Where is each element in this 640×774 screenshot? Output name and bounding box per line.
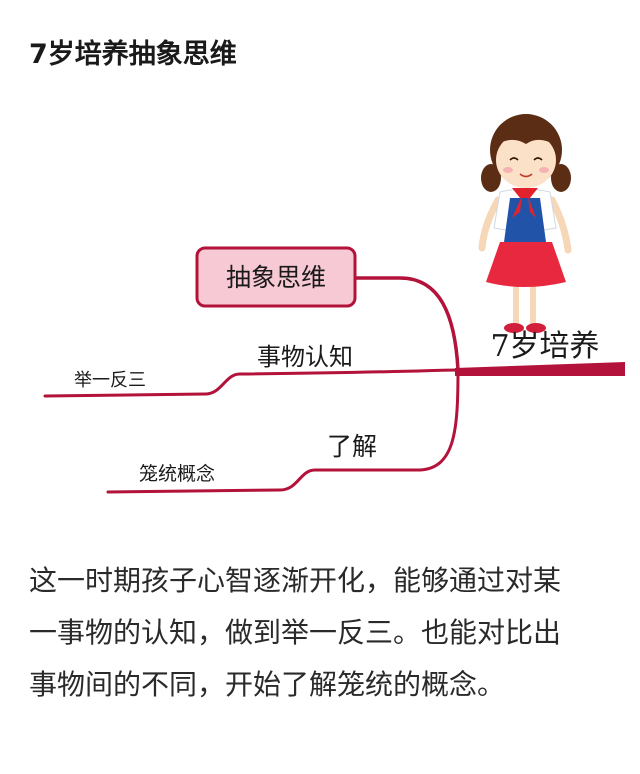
description-paragraph: 这一时期孩子心智逐渐开化，能够通过对某 一事物的认知，做到举一反三。也能对比出 … [29,555,619,711]
page-title: 7岁培养抽象思维 [29,39,237,70]
girl-illustration [478,114,572,333]
root-label: 7岁培养 [490,329,599,364]
root-branch-line [455,362,625,376]
leaf-inference-label: 举一反三 [74,370,146,391]
mind-map-diagram: 抽象思维 7岁培养 事物认知 举一反三 了解 笼统概念 [0,100,640,520]
branch-cognition-label: 事物认知 [257,343,353,371]
connector-abstract [353,276,460,372]
description-line-3: 事物间的不同，开始了解笼统的概念。 [29,668,506,701]
leaf-general-concept-label: 笼统概念 [139,462,215,485]
branch-understand-label: 了解 [327,432,377,461]
mind-map-svg: 抽象思维 7岁培养 事物认知 举一反三 了解 笼统概念 [43,114,625,494]
description-line-1: 这一时期孩子心智逐渐开化，能够通过对某 [29,564,562,597]
abstract-thinking-label: 抽象思维 [226,263,326,292]
description-line-2: 一事物的认知，做到举一反三。也能对比出 [29,616,562,649]
